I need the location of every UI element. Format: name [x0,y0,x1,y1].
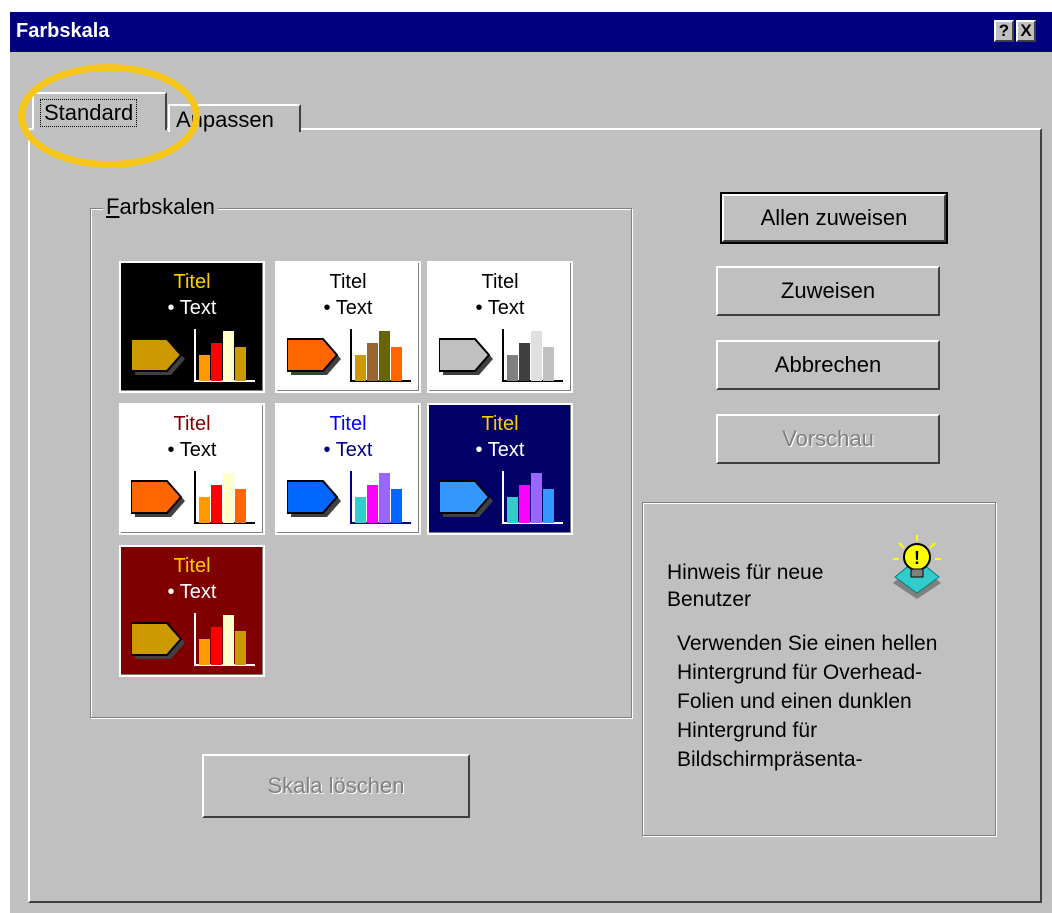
chart-bar [391,489,402,523]
color-schemes-label-rest: arbskalen [119,194,215,219]
title-bar[interactable]: Farbskala ? X [10,12,1052,52]
chart-bar [199,497,210,523]
scheme-tile[interactable]: Titel • Text [275,261,421,393]
hotkey-f: F [106,194,120,219]
scheme-title: Titel [481,271,519,293]
scheme-text: • Text [167,439,217,461]
tab-anpassen[interactable]: Anpassen [168,104,301,132]
tab-anpassen-label: Anpassen [176,107,274,132]
scheme-title: Titel [329,413,367,435]
hint-body: Verwenden Sie einen hellen Hintergrund f… [677,632,938,771]
chart-bar [235,347,246,381]
cancel-button[interactable]: Abbrechen [716,340,940,390]
scheme-preview-graphic [439,471,563,524]
scheme-text: • Text [475,439,525,461]
chart-bar [199,355,210,381]
scheme-title: Titel [173,271,211,293]
scheme-tile[interactable]: Titel • Text [119,261,265,393]
scheme-preview-graphic [287,329,411,382]
chart-bar [543,489,554,523]
hint-title: Hinweis für neue Benutzer [667,561,824,611]
chart-bar [507,355,518,381]
scheme-text: • Text [167,297,217,319]
chart-bar [519,485,530,523]
tab-standard[interactable]: Standard [32,92,167,130]
chart-bar [507,497,518,523]
help-button[interactable]: ? [994,20,1014,42]
chart-bar [379,473,390,523]
scheme-tile[interactable]: Titel • Text [119,403,265,535]
assign-all-label: Allen zuweisen [760,205,908,230]
scheme-text: • Text [323,297,373,319]
preview-label: Vorschau [782,426,874,451]
scheme-preview-graphic [131,613,255,666]
chart-bar [531,473,542,523]
hint-box: Hinweis für neue Benutzer ! Verwenden Si… [642,502,996,836]
chart-bar [235,489,246,523]
scheme-tile[interactable]: Titel • Text [427,403,573,535]
chart-bar [367,485,378,523]
window-title: Farbskala [16,20,110,42]
scheme-preview-graphic [439,329,563,382]
delete-scheme-label: Skala löschen [267,773,405,798]
chart-bar [223,473,234,523]
color-schemes-label: Farbskalen [103,194,218,220]
scheme-preview-graphic [287,471,411,524]
scheme-tile[interactable]: Titel • Text [427,261,573,393]
chart-bar [367,343,378,381]
scheme-tile[interactable]: Titel • Text [275,403,421,535]
scheme-tile[interactable]: Titel • Text [119,545,265,677]
scheme-text: • Text [475,297,525,319]
scheme-text: • Text [323,439,373,461]
color-schemes-group: Farbskalen Titel • Text Titel • Text Titel • … [90,194,632,718]
chart-bar [391,347,402,381]
chart-bar [211,343,222,381]
scheme-title: Titel [173,413,211,435]
lightbulb-icon: ! [893,535,941,599]
scheme-title: Titel [481,413,519,435]
tab-standard-label: Standard [40,99,138,127]
delete-scheme-button[interactable]: Skala löschen [202,754,470,818]
close-button[interactable]: X [1016,20,1036,42]
chart-bar [211,627,222,665]
scheme-title: Titel [173,555,211,577]
assign-button[interactable]: Zuweisen [716,266,940,316]
scheme-title: Titel [329,271,367,293]
chart-bar [223,331,234,381]
assign-label: Zuweisen [780,278,876,303]
chart-bar [355,355,366,381]
chart-bar [199,639,210,665]
svg-text:!: ! [914,548,920,568]
assign-all-button[interactable]: Allen zuweisen [720,192,948,244]
chart-bar [543,347,554,381]
scheme-preview-graphic [131,471,255,524]
chart-bar [223,615,234,665]
cancel-label: Abbrechen [774,352,882,377]
scheme-text: • Text [167,581,217,603]
chart-bar [531,331,542,381]
chart-bar [519,343,530,381]
dialog-window: Farbskala ? X Standard Anpassen Farbskal… [10,12,1052,913]
chart-bar [355,497,366,523]
preview-button[interactable]: Vorschau [716,414,940,464]
chart-bar [235,631,246,665]
chart-bar [211,485,222,523]
scheme-preview-graphic [131,329,255,382]
chart-bar [379,331,390,381]
